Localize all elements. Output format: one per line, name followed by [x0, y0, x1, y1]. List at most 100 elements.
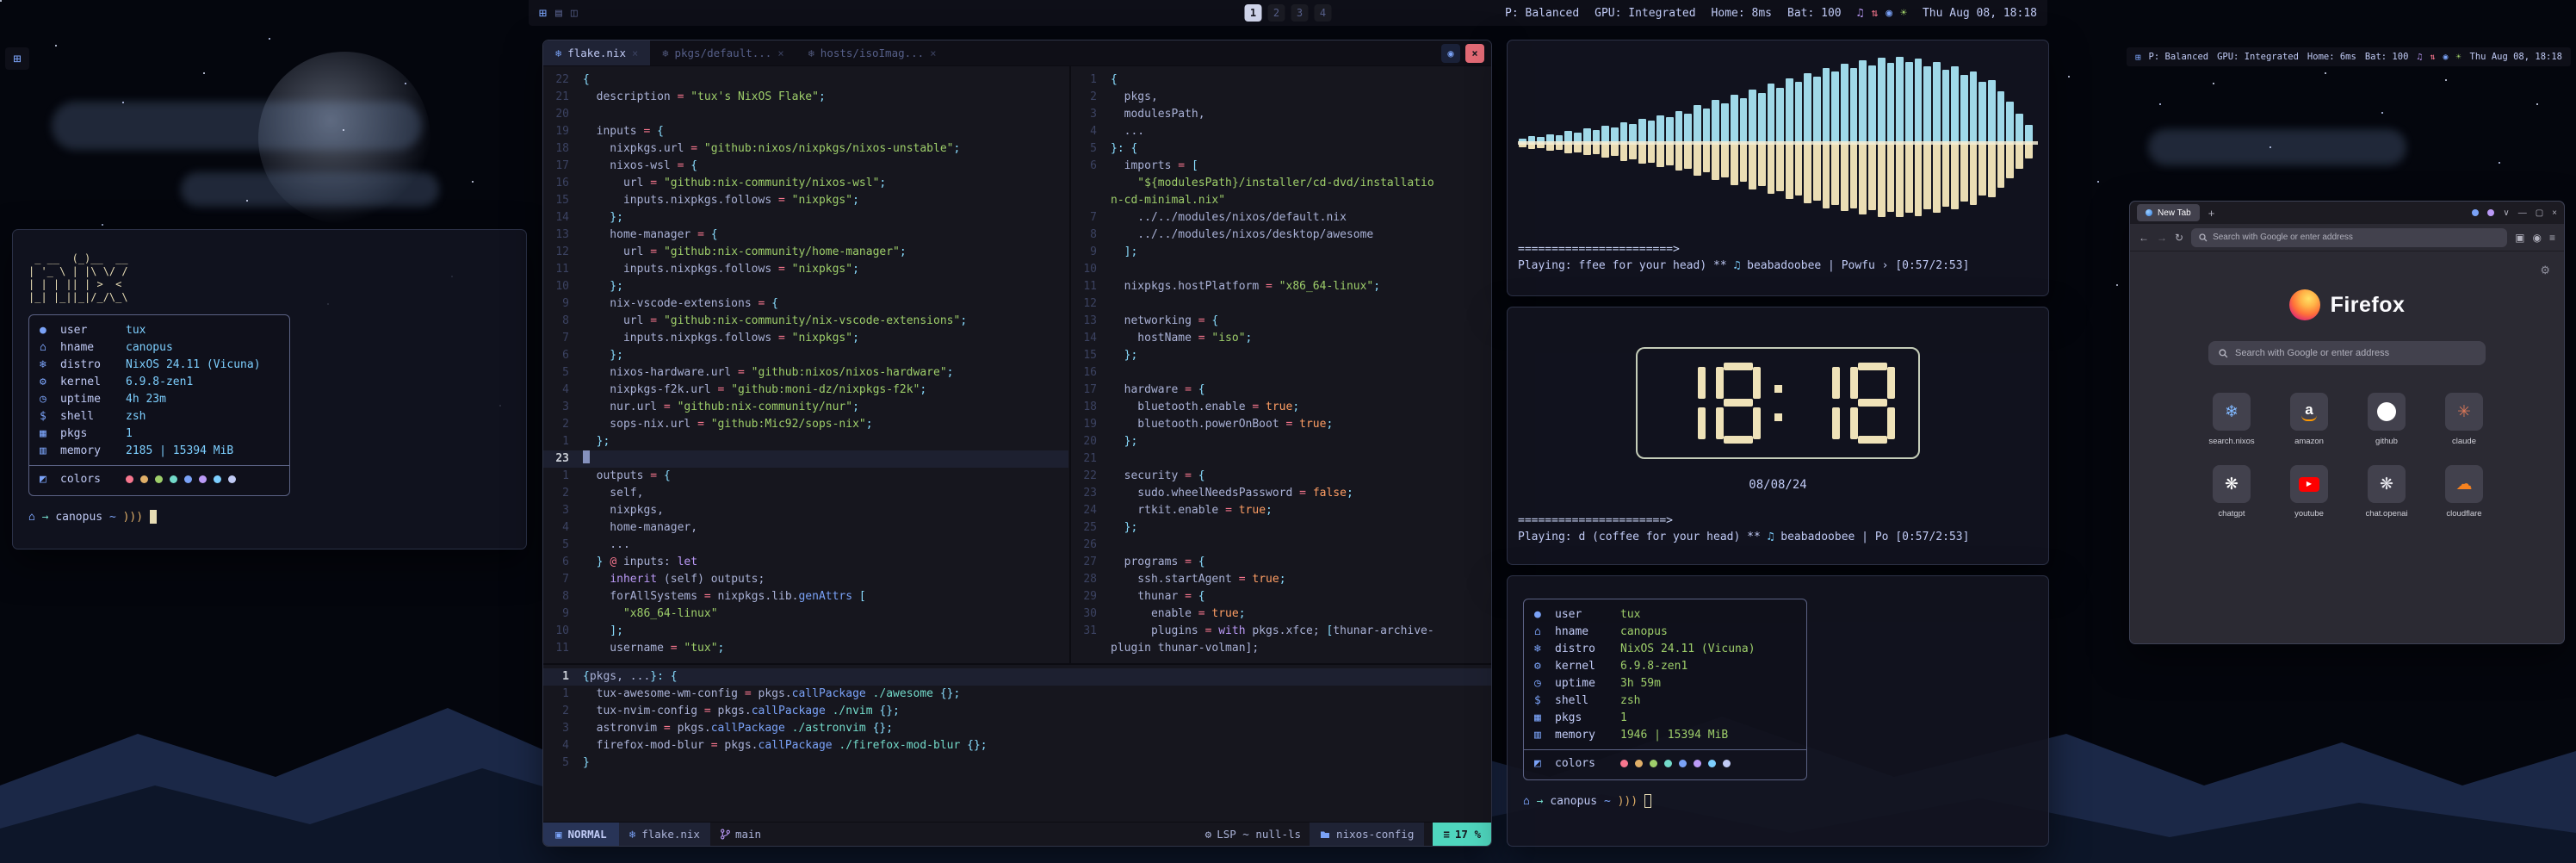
code-line: 5 ...: [543, 537, 1068, 554]
account-icon[interactable]: ◉: [2533, 232, 2542, 244]
tab-new-tab[interactable]: New Tab: [2137, 204, 2200, 221]
shortcut-claude[interactable]: ✳claude: [2445, 393, 2483, 446]
cava-bar: [1693, 49, 1702, 237]
urlbar-placeholder: Search with Google or enter address: [2213, 233, 2353, 242]
fetch-row-memory: ▥memory1946 | 15394 MiB: [1534, 727, 1796, 744]
folder-icon: [1320, 830, 1330, 839]
shortcut-amazon[interactable]: aamazon: [2290, 393, 2328, 446]
tray-icon[interactable]: ♫: [1857, 7, 1864, 20]
code-line: 20 };: [1071, 433, 1492, 450]
cava-bar: [1895, 49, 1904, 237]
cava-bar: [1785, 49, 1794, 237]
tab-flake.nix[interactable]: ❄flake.nix×: [543, 40, 650, 65]
workspace-1[interactable]: 1: [1245, 4, 1262, 22]
editor-pane-pkgs[interactable]: 1{pkgs, ...}: {1 tux-awesome-wm-config =…: [543, 663, 1492, 823]
shell-prompt[interactable]: ⌂ → canopus ~ ))): [1523, 794, 2033, 808]
maximize-button[interactable]: ▢: [2536, 208, 2543, 218]
tray-icon[interactable]: ⇅: [2430, 53, 2435, 62]
tab-close-icon[interactable]: ×: [632, 47, 638, 59]
code-line: "${modulesPath}/installer/cd-dvd/install…: [1071, 175, 1492, 192]
editor-pane-flake[interactable]: 22{21 description = "tux's NixOS Flake";…: [543, 66, 1068, 663]
code-line: 26: [1071, 537, 1492, 554]
fetch-row-colors: ◩colors: [1534, 755, 1796, 773]
clock-digit-8: [1716, 363, 1761, 444]
cava-bar: [1849, 49, 1859, 237]
close-button[interactable]: ×: [2552, 208, 2557, 218]
tray-icon[interactable]: ⇅: [1871, 7, 1878, 20]
code-line: plugin thunar-volman];: [1071, 640, 1492, 657]
mode-indicator: ▣ NORMAL: [543, 823, 619, 846]
cava-bar: [2005, 49, 2015, 237]
extensions-icon[interactable]: ▣: [2515, 232, 2524, 244]
workspace-3[interactable]: 3: [1291, 4, 1309, 22]
new-tab-button[interactable]: +: [2208, 207, 2215, 220]
cava-bar: [1720, 49, 1730, 237]
shortcut-github[interactable]: github: [2368, 393, 2406, 446]
shortcut-label: github: [2375, 437, 2398, 446]
cava-bar: [1730, 49, 1739, 237]
forward-button[interactable]: →: [2157, 232, 2167, 244]
palette-dot: [214, 475, 221, 483]
fastfetch-box: ●usertux⌂hnamecanopus❄distroNixOS 24.11 …: [28, 314, 290, 496]
fetch-row-memory: ▥memory2185 | 15394 MiB: [40, 443, 279, 460]
tray-icon[interactable]: ◉: [2443, 53, 2448, 62]
workspace-4[interactable]: 4: [1315, 4, 1332, 22]
urlbar[interactable]: Search with Google or enter address: [2191, 228, 2507, 247]
shortcut-search.nixos[interactable]: ❄search.nixos: [2208, 393, 2254, 446]
code-line: 21: [1071, 450, 1492, 468]
tray-icon[interactable]: ☀: [2456, 53, 2461, 62]
tab-close-icon[interactable]: ×: [930, 47, 936, 59]
code-line: 1{pkgs, ...}: {: [543, 668, 1492, 686]
vim-icon: ▣: [555, 828, 562, 841]
tab-pkgs/default...[interactable]: ❄pkgs/default...×: [650, 40, 796, 65]
shortcut-chat.openai[interactable]: ❋chat.openai: [2365, 465, 2407, 518]
cava-bar: [1867, 49, 1877, 237]
code-line: 18 bluetooth.enable = true;: [1071, 399, 1492, 416]
cava-bar: [1702, 49, 1712, 237]
tab-hosts/isoImag...[interactable]: ❄hosts/isoImag...×: [796, 40, 949, 65]
layout-icon: ▤: [555, 7, 562, 20]
personalize-gear-icon[interactable]: ⚙: [2540, 264, 2550, 277]
chat.openai-icon: ❋: [2380, 476, 2393, 493]
shortcut-cloudflare[interactable]: ☁cloudflare: [2445, 465, 2483, 518]
tray-icon[interactable]: ♫: [2417, 53, 2422, 62]
bar-module: Bat: 100: [1787, 7, 1842, 20]
cava-bar: [1767, 49, 1776, 237]
bar-modules: P: BalancedGPU: IntegratedHome: 6msBat: …: [2149, 52, 2562, 62]
code-line: 13 networking = {: [1071, 313, 1492, 330]
top-bar: ⊞ ▤ ◫ 1234 P: BalancedGPU: IntegratedHom…: [529, 0, 2047, 26]
launcher-icon[interactable]: ⊞: [2135, 52, 2141, 63]
list-tabs-icon[interactable]: ∨: [2503, 208, 2509, 218]
palette-dot: [1620, 760, 1628, 767]
tray-icon[interactable]: ☀: [1900, 7, 1907, 20]
code-line: 27 programs = {: [1071, 554, 1492, 571]
cava-bar: [1711, 49, 1720, 237]
tray-icon[interactable]: ◉: [1886, 7, 1892, 20]
workspace-2[interactable]: 2: [1268, 4, 1285, 22]
back-button[interactable]: ←: [2139, 232, 2149, 244]
close-window-button[interactable]: ×: [1465, 44, 1484, 63]
cava-bar: [1638, 49, 1647, 237]
shortcut-youtube[interactable]: ▶youtube: [2290, 465, 2328, 518]
shell-prompt[interactable]: ⌂ → canopus ~ ))): [28, 510, 511, 524]
bar-clock: Thu Aug 08, 18:18: [2470, 52, 2562, 62]
cava-bar: [1840, 49, 1849, 237]
minimize-button[interactable]: —: [2518, 208, 2527, 218]
refresh-button[interactable]: ↻: [2175, 232, 2183, 244]
code-line: 17 nixos-wsl = {: [543, 158, 1068, 175]
menu-icon[interactable]: ≡: [2549, 232, 2555, 244]
terminal-window[interactable]: _ __ (_)__ __ | '_ \ | |\ \/ / | | | || …: [12, 229, 527, 549]
launcher-icon[interactable]: ⊞: [13, 51, 21, 66]
extension-icon[interactable]: [2487, 209, 2494, 216]
view-toggle-button[interactable]: ◉: [1441, 44, 1460, 63]
cava-bar: [1858, 49, 1867, 237]
editor-pane-iso[interactable]: 1{2 pkgs,3 modulesPath,4 ...5}: {6 impor…: [1069, 66, 1492, 663]
search-input[interactable]: Search with Google or enter address: [2208, 341, 2486, 365]
shortcut-chatgpt[interactable]: ❋chatgpt: [2213, 465, 2251, 518]
fastfetch-window[interactable]: ●usertux⌂hnamecanopus❄distroNixOS 24.11 …: [1507, 575, 2049, 847]
extension-icon[interactable]: [2472, 209, 2479, 216]
launcher-icon[interactable]: ⊞: [539, 5, 547, 21]
lsp-status: ⚙ LSP ~ null-ls: [1205, 828, 1301, 841]
cava-bar: [1582, 49, 1592, 237]
tab-close-icon[interactable]: ×: [777, 47, 783, 59]
